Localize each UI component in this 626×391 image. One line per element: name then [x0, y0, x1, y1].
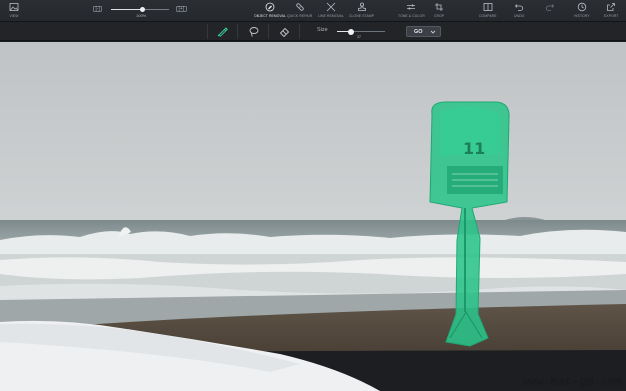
stamp-icon: [357, 2, 366, 11]
sky: [0, 42, 626, 222]
tool-label: Object Removal: [254, 14, 286, 18]
options-toolbar: Size 37 GO: [0, 22, 626, 41]
compare-icon: [483, 3, 493, 11]
undo-button[interactable]: Undo: [514, 2, 524, 18]
brush-size-value: 37: [357, 35, 361, 39]
divider: [268, 24, 269, 39]
svg-text:11: 11: [463, 139, 485, 158]
history-icon: [577, 2, 587, 12]
divider: [299, 24, 300, 39]
compare-label: Compare: [479, 14, 497, 18]
history-label: History: [574, 14, 590, 18]
divider: [207, 24, 208, 39]
zoom-out-button[interactable]: [-]: [93, 6, 103, 12]
tool-tone-color[interactable]: Tone & Color: [398, 2, 425, 18]
chevron-down-icon[interactable]: [430, 29, 436, 35]
zoom-control: [-] [+] 100%: [93, 5, 189, 18]
eraser-icon: [279, 27, 289, 37]
zoom-slider-knob[interactable]: [140, 7, 146, 12]
view-label: View: [9, 14, 19, 18]
size-label: Size: [317, 27, 328, 33]
photo: 11: [0, 42, 626, 391]
tool-label: Quick Repair: [287, 14, 313, 18]
export-icon: [607, 3, 616, 11]
zoom-in-button[interactable]: [+]: [176, 6, 187, 12]
tool-label: Crop: [434, 14, 445, 18]
tool-crop[interactable]: Crop: [434, 2, 444, 18]
lasso-icon: [249, 26, 258, 37]
line-removal-icon: [326, 2, 336, 12]
export-label: Export: [604, 14, 619, 18]
compare-button[interactable]: Compare: [479, 2, 497, 18]
brush-size-slider[interactable]: [337, 28, 385, 35]
eraser-tool-button[interactable]: [278, 25, 290, 37]
tool-line-removal[interactable]: Line Removal: [318, 2, 344, 18]
eraser-icon: [265, 2, 275, 12]
tool-label: Line Removal: [318, 14, 345, 18]
tool-label: Clone Stamp: [349, 14, 375, 18]
undo-icon: [515, 4, 524, 11]
image-icon: [9, 3, 19, 11]
brush-tool-button[interactable]: [216, 25, 228, 37]
zoom-value: 100%: [136, 13, 147, 18]
tool-label: Tone & Color: [398, 14, 425, 18]
go-button[interactable]: GO: [406, 26, 441, 37]
tool-quick-repair[interactable]: Quick Repair: [287, 2, 312, 18]
history-button[interactable]: History: [574, 2, 590, 18]
brush-icon: [217, 26, 228, 37]
view-button[interactable]: View: [9, 2, 19, 18]
zoom-slider[interactable]: [111, 7, 169, 12]
watermark: www.mac-gm.com: [522, 374, 622, 388]
go-label: GO: [414, 28, 423, 35]
export-button[interactable]: Export: [604, 2, 618, 18]
undo-label: Undo: [514, 14, 525, 18]
redo-button[interactable]: [545, 2, 555, 14]
sliders-icon: [407, 4, 416, 10]
divider: [237, 24, 238, 39]
main-toolbar: View [-] [+] 100% Object Removal Quick R…: [0, 0, 626, 22]
tool-object-removal[interactable]: Object Removal: [254, 2, 286, 18]
tool-clone-stamp[interactable]: Clone Stamp: [349, 2, 374, 18]
lasso-tool-button[interactable]: [247, 25, 259, 37]
zoom-slider-fill: [111, 9, 143, 10]
redo-icon: [545, 4, 555, 11]
image-canvas[interactable]: 11 www.mac-gm.com: [0, 42, 626, 391]
brush-size-knob[interactable]: [348, 28, 355, 35]
crop-icon: [435, 3, 444, 11]
bandage-icon: [295, 3, 304, 11]
